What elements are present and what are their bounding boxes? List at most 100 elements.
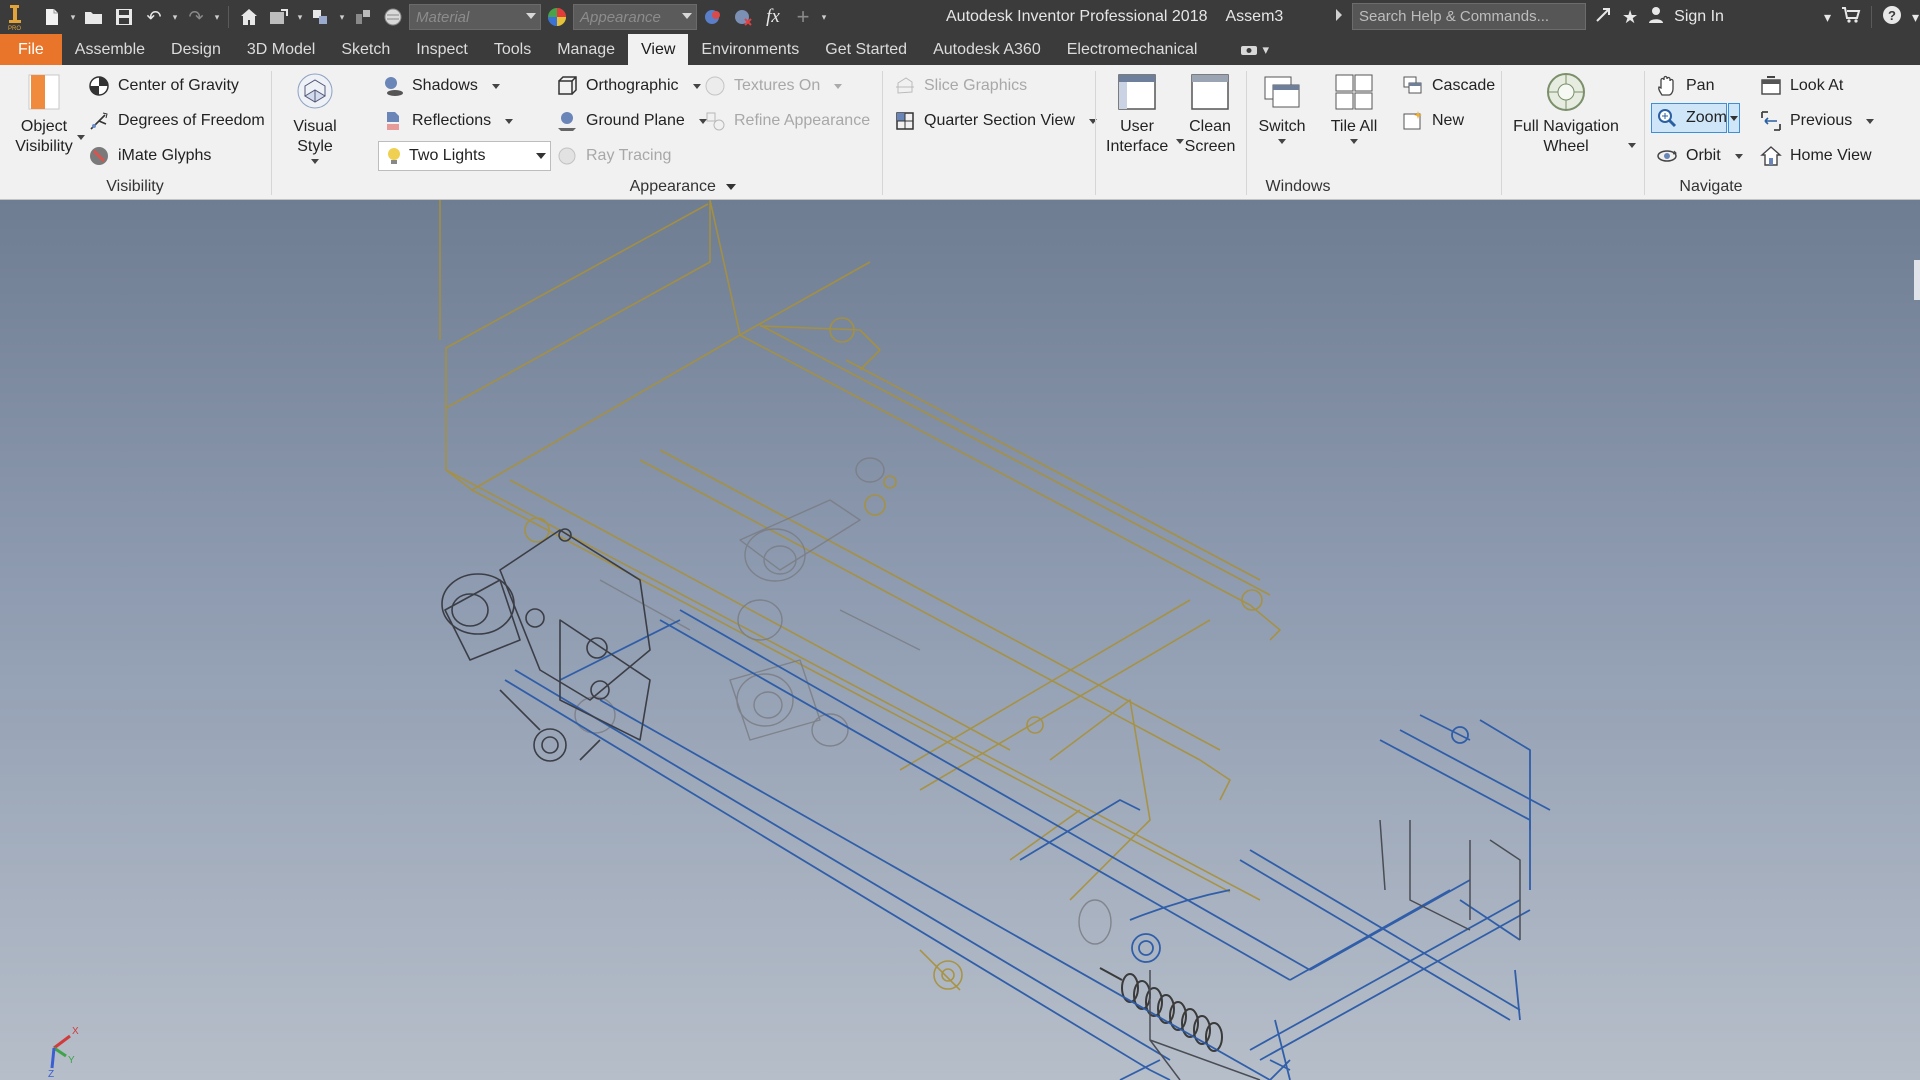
- full-navigation-wheel-button[interactable]: Full Navigation Wheel: [1510, 71, 1622, 157]
- ribbon-tabs: File Assemble Design 3D Model Sketch Ins…: [0, 34, 1920, 65]
- chevron-right-icon[interactable]: [1336, 9, 1342, 21]
- sign-in-dropdown[interactable]: ▾: [1824, 9, 1831, 26]
- update-dropdown[interactable]: ▾: [295, 3, 305, 31]
- ray-tracing-button[interactable]: Ray Tracing: [556, 141, 671, 171]
- degrees-of-freedom-button[interactable]: Degrees of Freedom: [88, 106, 265, 136]
- search-help-input[interactable]: Search Help & Commands...: [1352, 3, 1586, 30]
- favorites-star-icon[interactable]: ★: [1622, 7, 1638, 28]
- tab-view[interactable]: View: [628, 34, 689, 65]
- update-icon[interactable]: [265, 3, 293, 31]
- parameters-fx-icon[interactable]: fx: [759, 3, 787, 31]
- chevron-down-icon[interactable]: [834, 83, 843, 89]
- adjust-appearance-icon[interactable]: [699, 3, 727, 31]
- reflections-button[interactable]: Reflections: [382, 106, 514, 136]
- redo-icon[interactable]: ↷: [182, 3, 210, 31]
- graphics-viewport[interactable]: X Y Z: [0, 200, 1920, 1080]
- undo-dropdown[interactable]: ▾: [170, 3, 180, 31]
- new-window-button[interactable]: New: [1402, 106, 1464, 136]
- center-of-gravity-button[interactable]: Center of Gravity: [88, 71, 239, 101]
- textures-on-button[interactable]: Textures On: [704, 71, 843, 101]
- tab-sketch[interactable]: Sketch: [328, 34, 403, 65]
- tab-inspect[interactable]: Inspect: [403, 34, 481, 65]
- panel-title-appearance[interactable]: Appearance: [272, 178, 1094, 196]
- tab-file[interactable]: File: [0, 34, 62, 65]
- visual-style-button[interactable]: Visual Style: [280, 71, 350, 164]
- chevron-down-icon: ▾: [1262, 41, 1269, 57]
- refine-appearance-button[interactable]: Refine Appearance: [704, 106, 870, 136]
- object-visibility-dropdown[interactable]: [77, 135, 85, 140]
- measure-plus-icon[interactable]: +: [789, 3, 817, 31]
- inventor-logo-icon[interactable]: PRO: [4, 3, 26, 31]
- help-icon[interactable]: ?: [1882, 5, 1902, 30]
- user-icon[interactable]: [1648, 6, 1664, 29]
- orthographic-button[interactable]: Orthographic: [556, 71, 701, 101]
- quarter-section-view-button[interactable]: Quarter Section View: [894, 106, 1097, 136]
- tab-manage[interactable]: Manage: [544, 34, 628, 65]
- undo-icon[interactable]: ↶: [140, 3, 168, 31]
- tab-tools[interactable]: Tools: [481, 34, 544, 65]
- clean-screen-button[interactable]: Clean Screen: [1180, 71, 1240, 157]
- switch-button[interactable]: Switch: [1254, 71, 1310, 144]
- orbit-icon: [1657, 150, 1677, 162]
- tile-all-icon: [1333, 71, 1375, 113]
- user-interface-label-1: User: [1120, 118, 1154, 135]
- assembly-wireframe-model[interactable]: [0, 200, 1920, 1080]
- look-at-button[interactable]: Look At: [1760, 71, 1843, 101]
- user-interface-button[interactable]: User Interface: [1106, 71, 1168, 157]
- tab-electromechanical[interactable]: Electromechanical: [1054, 34, 1211, 65]
- user-interface-label-2: Interface: [1106, 138, 1169, 155]
- slice-graphics-button[interactable]: Slice Graphics: [894, 71, 1027, 101]
- display-icon[interactable]: [349, 3, 377, 31]
- new-file-icon[interactable]: [38, 3, 66, 31]
- navigation-wheel-dropdown[interactable]: [1628, 143, 1636, 148]
- object-visibility-button[interactable]: Object Visibility: [8, 71, 80, 157]
- tab-autodesk-a360[interactable]: Autodesk A360: [920, 34, 1054, 65]
- customize-qat-dropdown[interactable]: ▾: [819, 3, 829, 31]
- ribbon-display-options[interactable]: ▾: [1240, 34, 1269, 65]
- redo-dropdown[interactable]: ▾: [212, 3, 222, 31]
- orthographic-label: Orthographic: [586, 77, 679, 94]
- select-priority-icon[interactable]: [307, 3, 335, 31]
- communication-center-icon[interactable]: [1594, 6, 1612, 29]
- lighting-style-select[interactable]: Two Lights: [378, 141, 551, 171]
- cart-icon[interactable]: [1841, 6, 1861, 29]
- shadows-button[interactable]: Shadows: [382, 71, 500, 101]
- tab-design[interactable]: Design: [158, 34, 234, 65]
- clean-screen-label-2: Screen: [1184, 138, 1236, 155]
- chevron-down-icon[interactable]: [491, 83, 500, 89]
- orbit-button[interactable]: Orbit: [1656, 141, 1743, 171]
- new-file-dropdown[interactable]: ▾: [68, 3, 78, 31]
- select-priority-dropdown[interactable]: ▾: [337, 3, 347, 31]
- appearance-combo[interactable]: Appearance: [573, 4, 697, 30]
- material-sphere-icon[interactable]: [379, 3, 407, 31]
- help-dropdown[interactable]: ▾: [1912, 9, 1919, 26]
- previous-view-button[interactable]: Previous: [1760, 106, 1875, 136]
- pan-button[interactable]: Pan: [1656, 71, 1714, 101]
- open-folder-icon[interactable]: [80, 3, 108, 31]
- zoom-magnifier-icon: [1658, 109, 1677, 128]
- imate-glyphs-button[interactable]: iMate Glyphs: [88, 141, 211, 171]
- material-combo[interactable]: Material: [409, 4, 541, 30]
- tab-3d-model[interactable]: 3D Model: [234, 34, 328, 65]
- zoom-dropdown[interactable]: [1728, 103, 1740, 133]
- home-view-button[interactable]: Home View: [1760, 141, 1872, 171]
- home-icon[interactable]: [235, 3, 263, 31]
- tab-assemble[interactable]: Assemble: [62, 34, 158, 65]
- ground-plane-button[interactable]: Ground Plane: [556, 106, 707, 136]
- chevron-down-icon[interactable]: [505, 118, 514, 124]
- chevron-down-icon[interactable]: [1734, 153, 1743, 159]
- chevron-down-icon[interactable]: [1866, 118, 1875, 124]
- chevron-down-icon[interactable]: [692, 83, 701, 89]
- appearance-color-icon[interactable]: [543, 3, 571, 31]
- tile-all-button[interactable]: Tile All: [1326, 71, 1382, 144]
- cascade-button[interactable]: Cascade: [1402, 71, 1495, 101]
- zoom-button[interactable]: Zoom: [1656, 103, 1727, 133]
- tab-environments[interactable]: Environments: [688, 34, 812, 65]
- save-icon[interactable]: [110, 3, 138, 31]
- tile-all-label: Tile All: [1330, 118, 1378, 135]
- viewcube-edge-tab[interactable]: [1914, 260, 1920, 300]
- tab-get-started[interactable]: Get Started: [812, 34, 920, 65]
- clear-appearance-icon[interactable]: [729, 3, 757, 31]
- quarter-section-view-icon: [896, 112, 914, 130]
- sign-in-link[interactable]: Sign In: [1674, 8, 1724, 26]
